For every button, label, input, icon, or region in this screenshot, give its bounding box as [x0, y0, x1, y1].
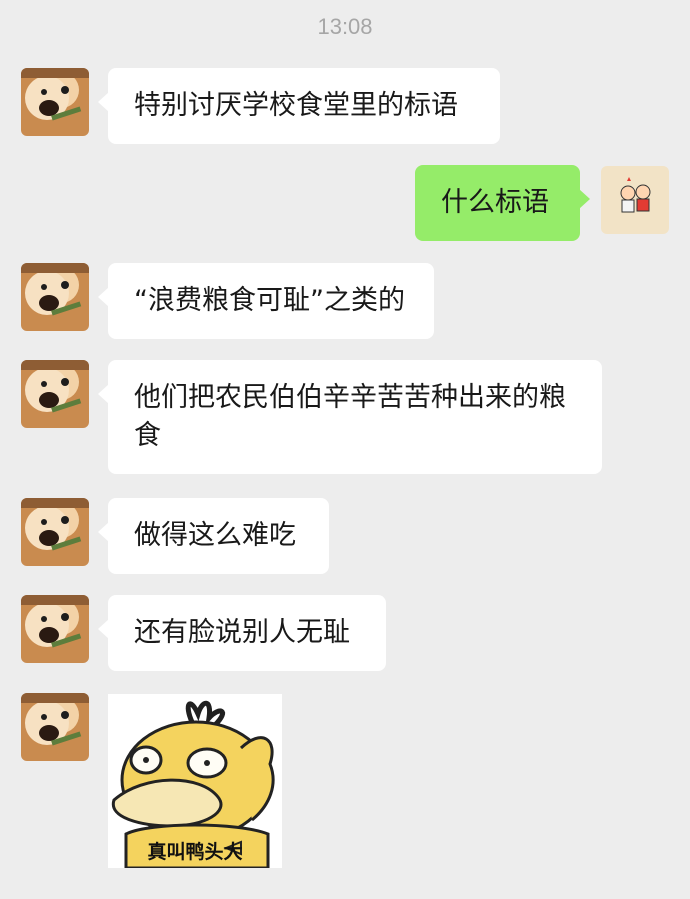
message-text-4: 他们把农民伯伯辛辛苦苦种出来的粮食 [134, 382, 566, 451]
message-text-5: 做得这么难吃 [134, 520, 296, 551]
dog-avatar-icon[interactable] [21, 68, 89, 136]
dog-avatar-icon[interactable] [21, 360, 89, 428]
message-bubble-2[interactable]: 什么标语 [415, 165, 590, 241]
dog-avatar-icon[interactable] [21, 693, 89, 761]
psyduck-sticker-icon[interactable]: 真叫鸭头大 [108, 694, 282, 870]
message-text-2: 什么标语 [441, 187, 549, 218]
dog-avatar-icon[interactable] [21, 595, 89, 663]
message-bubble-6[interactable]: 还有脸说别人无耻 [98, 595, 386, 671]
dog-avatar-icon[interactable] [21, 498, 89, 566]
message-text-6: 还有脸说别人无耻 [134, 617, 350, 648]
sticker-caption: 真叫鸭头大 [147, 841, 243, 863]
message-timestamp: 13:08 [317, 14, 373, 39]
dog-avatar-icon[interactable] [21, 263, 89, 331]
message-bubble-1[interactable]: 特别讨厌学校食堂里的标语 [98, 68, 500, 144]
message-bubble-3[interactable]: “浪费粮食可耻”之类的 [98, 263, 434, 339]
message-bubble-5[interactable]: 做得这么难吃 [98, 498, 329, 574]
cartoon-avatar-icon[interactable] [601, 166, 669, 234]
message-text-1: 特别讨厌学校食堂里的标语 [134, 90, 458, 121]
message-text-3: “浪费粮食可耻”之类的 [134, 285, 405, 316]
message-bubble-4[interactable]: 他们把农民伯伯辛辛苦苦种出来的粮食 [98, 360, 602, 474]
